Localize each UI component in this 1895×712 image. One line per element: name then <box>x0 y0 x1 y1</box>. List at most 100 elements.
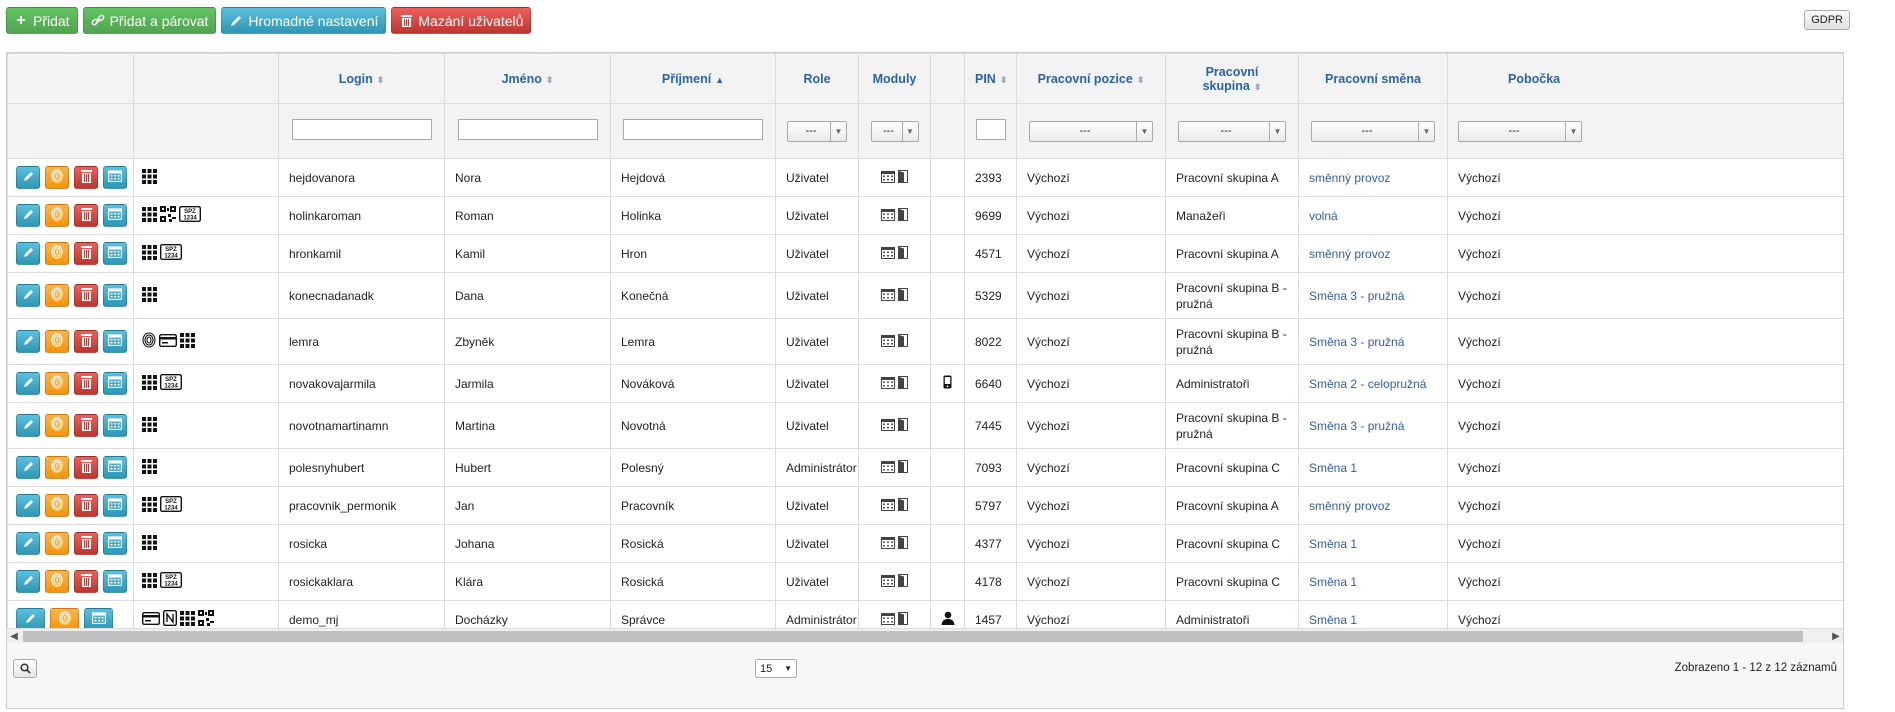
horizontal-scrollbar[interactable]: ◀ ▶ <box>7 628 1843 643</box>
shift-link[interactable]: Směna 3 - pružná <box>1309 289 1404 303</box>
edit-button[interactable] <box>16 494 40 517</box>
cell-shift[interactable]: směnný provoz <box>1298 486 1448 525</box>
shift-link[interactable]: směnný provoz <box>1309 499 1390 513</box>
scrollbar-thumb[interactable] <box>23 631 1803 642</box>
delete-button[interactable] <box>74 414 98 437</box>
edit-button[interactable] <box>16 532 40 555</box>
calendar-button[interactable] <box>103 166 127 189</box>
cell-shift[interactable]: směnný provoz <box>1298 234 1448 273</box>
calendar-button[interactable] <box>103 242 127 265</box>
delete-button[interactable] <box>74 166 98 189</box>
position-filter-select[interactable]: --- ▼ <box>1029 120 1153 142</box>
edit-button[interactable] <box>16 284 40 307</box>
fingerprint-button[interactable] <box>45 166 69 189</box>
edit-button[interactable] <box>16 414 40 437</box>
login-filter-input[interactable] <box>291 119 432 140</box>
edit-button[interactable] <box>16 166 40 189</box>
first-name-filter-input[interactable] <box>457 119 598 140</box>
trash-icon <box>80 459 92 476</box>
fingerprint-button[interactable] <box>45 242 69 265</box>
shift-link[interactable]: Směna 3 - pružná <box>1309 335 1404 349</box>
page-size-select[interactable]: 15 ▼ <box>755 659 797 678</box>
col-group[interactable]: Pracovní skupina ⬍ <box>1165 53 1299 104</box>
shift-filter-select[interactable]: --- ▼ <box>1311 120 1435 142</box>
cell-shift[interactable]: Směna 1 <box>1298 562 1448 601</box>
col-position[interactable]: Pracovní pozice ⬍ <box>1016 53 1166 104</box>
cell-login: rosicka <box>278 524 445 563</box>
cell-shift[interactable]: Směna 1 <box>1298 448 1448 487</box>
shift-link[interactable]: směnný provoz <box>1309 247 1390 261</box>
fingerprint-button[interactable] <box>45 494 69 517</box>
fingerprint-button[interactable] <box>45 570 69 593</box>
fingerprint-button[interactable] <box>45 532 69 555</box>
calendar-button[interactable] <box>103 494 127 517</box>
edit-button[interactable] <box>16 456 40 479</box>
edit-button[interactable] <box>16 242 40 265</box>
cell-shift[interactable]: Směna 2 - celopružná <box>1298 364 1448 403</box>
bulk-settings-button[interactable]: Hromadné nastavení <box>221 7 387 34</box>
shift-link[interactable]: Směna 1 <box>1309 461 1357 475</box>
fingerprint-button[interactable] <box>45 372 69 395</box>
calendar-button[interactable] <box>103 414 127 437</box>
delete-button[interactable] <box>74 204 98 227</box>
col-branch[interactable]: Pobočka <box>1447 53 1843 104</box>
cell-shift[interactable]: Směna 3 - pružná <box>1298 402 1448 449</box>
role-filter-select[interactable]: --- ▼ <box>787 120 847 142</box>
edit-button[interactable] <box>16 330 40 353</box>
delete-button[interactable] <box>74 456 98 479</box>
calendar-button[interactable] <box>103 284 127 307</box>
col-pin[interactable]: PIN ⬍ <box>964 53 1017 104</box>
fingerprint-button[interactable] <box>45 204 69 227</box>
delete-button[interactable] <box>74 372 98 395</box>
delete-users-button[interactable]: Mazání uživatelů <box>391 7 532 34</box>
fingerprint-button[interactable] <box>45 284 69 307</box>
add-and-pair-button[interactable]: Přidat a párovat <box>82 7 217 34</box>
cell-shift[interactable]: Směna 1 <box>1298 524 1448 563</box>
edit-button[interactable] <box>16 570 40 593</box>
col-login[interactable]: Login ⬍ <box>278 53 445 104</box>
shift-link[interactable]: Směna 1 <box>1309 613 1357 627</box>
col-modules[interactable]: Moduly <box>858 53 931 104</box>
shift-link[interactable]: Směna 2 - celopružná <box>1309 377 1426 391</box>
delete-button[interactable] <box>74 494 98 517</box>
search-button[interactable] <box>13 659 37 678</box>
shift-link[interactable]: směnný provoz <box>1309 171 1390 185</box>
delete-button[interactable] <box>74 242 98 265</box>
group-filter-select[interactable]: --- ▼ <box>1178 120 1286 142</box>
add-button[interactable]: + Přidat <box>6 7 78 34</box>
col-role[interactable]: Role <box>775 53 859 104</box>
edit-button[interactable] <box>16 372 40 395</box>
scroll-right-icon[interactable]: ▶ <box>1829 629 1843 644</box>
shift-link[interactable]: Směna 1 <box>1309 537 1357 551</box>
calendar-button[interactable] <box>103 372 127 395</box>
shift-link[interactable]: volná <box>1309 209 1338 223</box>
delete-button[interactable] <box>74 532 98 555</box>
calendar-button[interactable] <box>103 456 127 479</box>
fingerprint-button[interactable] <box>45 414 69 437</box>
calendar-button[interactable] <box>103 570 127 593</box>
edit-button[interactable] <box>16 204 40 227</box>
gdpr-button[interactable]: GDPR <box>1804 10 1850 30</box>
scroll-left-icon[interactable]: ◀ <box>7 629 21 644</box>
col-last-name[interactable]: Příjmení ▲ <box>610 53 776 104</box>
col-shift[interactable]: Pracovní směna <box>1298 53 1448 104</box>
calendar-button[interactable] <box>103 532 127 555</box>
fingerprint-button[interactable] <box>45 330 69 353</box>
branch-filter-select[interactable]: --- ▼ <box>1458 120 1582 142</box>
delete-button[interactable] <box>74 570 98 593</box>
last-name-filter-input[interactable] <box>623 119 763 140</box>
col-first-name[interactable]: Jméno ⬍ <box>444 53 611 104</box>
cell-shift[interactable]: Směna 3 - pružná <box>1298 318 1448 365</box>
delete-button[interactable] <box>74 330 98 353</box>
fingerprint-button[interactable] <box>45 456 69 479</box>
cell-shift[interactable]: Směna 3 - pružná <box>1298 272 1448 319</box>
shift-link[interactable]: Směna 3 - pružná <box>1309 419 1404 433</box>
calendar-button[interactable] <box>103 330 127 353</box>
cell-shift[interactable]: volná <box>1298 196 1448 235</box>
calendar-button[interactable] <box>103 204 127 227</box>
modules-filter-select[interactable]: --- ▼ <box>870 120 919 142</box>
pin-filter-input[interactable] <box>975 119 1006 140</box>
delete-button[interactable] <box>74 284 98 307</box>
cell-shift[interactable]: směnný provoz <box>1298 158 1448 197</box>
shift-link[interactable]: Směna 1 <box>1309 575 1357 589</box>
